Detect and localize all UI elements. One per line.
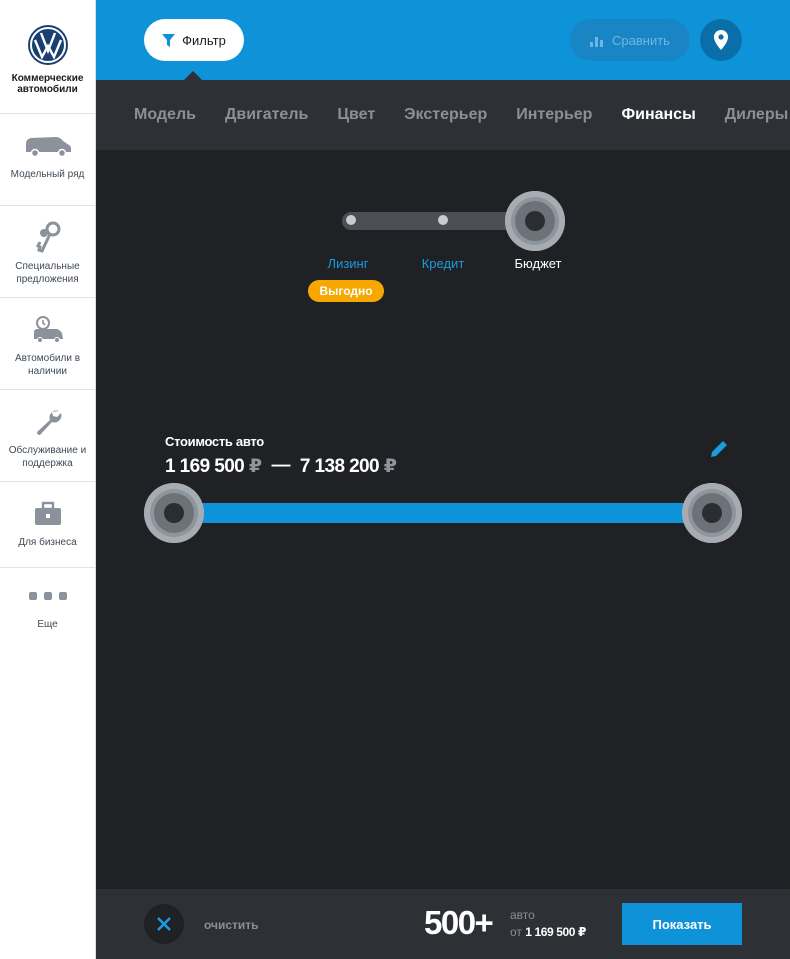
result-unit: авто <box>510 908 535 922</box>
finance-type-handle[interactable] <box>505 191 565 251</box>
finance-panel: Лизинг Кредит Бюджет Выгодно Стоимость а… <box>96 150 790 889</box>
sidebar-item-label: Модельный ряд <box>10 169 85 180</box>
sidebar-item-label: Обслуживание и поддержка <box>8 445 87 469</box>
briefcase-icon <box>34 501 61 525</box>
sidebar-item-business[interactable]: Для бизнеса <box>0 482 95 568</box>
pencil-icon[interactable] <box>708 438 730 460</box>
sidebar-item-stock[interactable]: Автомобили в наличии <box>0 298 95 390</box>
filter-label: Фильтр <box>182 32 226 48</box>
bottom-bar: очистить 500+ авто от 1 169 500 ₽ Показа… <box>96 889 790 959</box>
sidebar-item-service[interactable]: Обслуживание и поддержка <box>0 390 95 482</box>
price-min: 1 169 500 ₽ <box>165 456 262 477</box>
car-clock-icon <box>33 316 63 343</box>
price-max-handle[interactable] <box>682 483 742 543</box>
close-icon <box>157 917 171 931</box>
finance-type-track[interactable] <box>342 212 530 230</box>
sidebar-item-models[interactable]: Модельный ряд <box>0 114 95 206</box>
filter-icon <box>162 33 176 47</box>
clear-button[interactable] <box>144 904 184 944</box>
sidebar-item-offers[interactable]: Специальные предложения <box>0 206 95 298</box>
clear-label[interactable]: очистить <box>204 918 259 932</box>
keys-icon <box>35 221 60 253</box>
finance-dot-credit[interactable] <box>438 215 448 225</box>
benefit-badge: Выгодно <box>308 280 384 302</box>
compare-button[interactable]: Сравнить <box>570 19 690 61</box>
van-icon <box>25 137 71 158</box>
result-count: 500+ <box>424 904 494 941</box>
vw-logo <box>27 25 68 65</box>
brand-block[interactable]: Коммерческие автомобили <box>0 0 95 114</box>
tab-color[interactable]: Цвет <box>337 106 375 124</box>
price-range: 1 169 500 ₽ — 7 138 200 ₽ <box>165 455 397 478</box>
location-pin-icon <box>714 30 728 50</box>
sidebar-item-more[interactable]: Еще <box>0 568 95 660</box>
top-bar: Фильтр Сравнить <box>96 0 790 80</box>
wrench-icon <box>36 410 61 435</box>
sidebar-item-label: Специальные предложения <box>15 261 80 285</box>
location-button[interactable] <box>700 19 742 61</box>
tab-finance[interactable]: Финансы <box>621 106 695 124</box>
tab-engine[interactable]: Двигатель <box>225 106 308 124</box>
sidebar-item-label: Автомобили в наличии <box>14 353 81 377</box>
price-dash: — <box>271 455 290 476</box>
show-results-button[interactable]: Показать <box>622 903 742 945</box>
finance-option-leasing[interactable]: Лизинг <box>308 256 388 271</box>
price-min-handle[interactable] <box>144 483 204 543</box>
price-max: 7 138 200 ₽ <box>299 456 397 477</box>
filter-caret <box>184 71 202 80</box>
finance-dot-leasing[interactable] <box>346 215 356 225</box>
tab-interior[interactable]: Интерьер <box>516 106 592 124</box>
bar-chart-icon <box>590 36 604 47</box>
finance-option-credit[interactable]: Кредит <box>403 256 483 271</box>
sidebar: Коммерческие автомобили Модельный ряд Сп… <box>0 0 96 959</box>
filter-button[interactable]: Фильтр <box>144 19 244 61</box>
price-range-bar[interactable] <box>174 503 712 523</box>
brand-title: Коммерческие автомобили <box>11 73 84 95</box>
price-title: Стоимость авто <box>165 434 264 449</box>
tab-model[interactable]: Модель <box>134 106 196 124</box>
result-from-price: от 1 169 500 ₽ <box>510 925 586 939</box>
sidebar-item-label: Еще <box>37 619 58 630</box>
compare-label: Сравнить <box>612 32 670 48</box>
more-dots-icon <box>28 592 67 600</box>
tab-exterior[interactable]: Экстерьер <box>404 106 487 124</box>
tab-dealers[interactable]: Дилеры <box>725 106 789 124</box>
filter-tabs: Модель Двигатель Цвет Экстерьер Интерьер… <box>96 80 790 150</box>
finance-option-budget[interactable]: Бюджет <box>498 256 578 271</box>
sidebar-item-label: Для бизнеса <box>18 537 77 548</box>
